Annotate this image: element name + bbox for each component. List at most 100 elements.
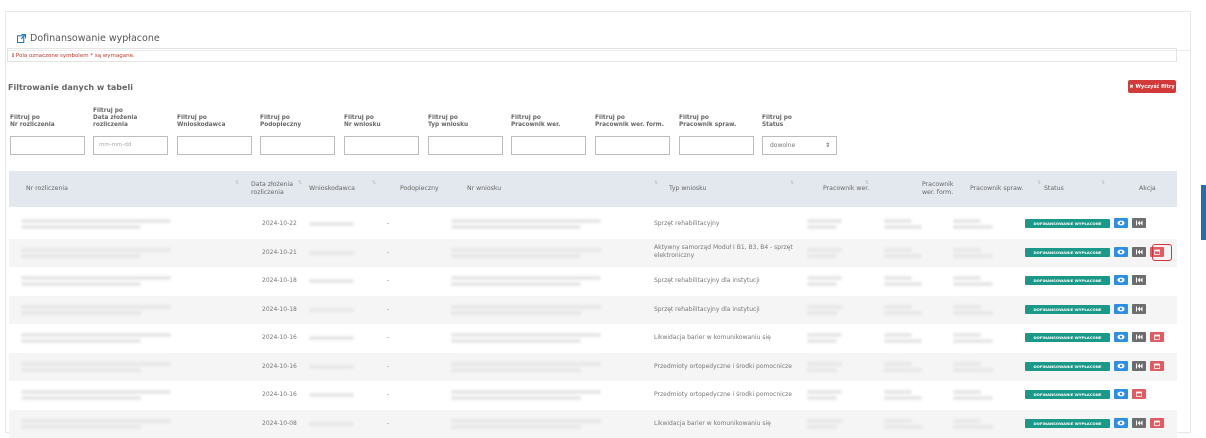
forward-button[interactable] bbox=[1132, 218, 1146, 228]
redacted-text bbox=[451, 396, 581, 400]
status-filter-select[interactable]: dowolne ⇕ bbox=[762, 136, 837, 155]
forward-button[interactable] bbox=[1132, 360, 1146, 371]
redacted-text bbox=[884, 418, 912, 423]
view-button[interactable] bbox=[1114, 360, 1128, 371]
redacted-text bbox=[953, 418, 981, 423]
redacted-text bbox=[451, 339, 581, 343]
filter-label-1: Filtruj po Data złożenia rozliczenia bbox=[93, 108, 138, 128]
filter-input-8[interactable] bbox=[679, 136, 754, 155]
filter-input-5[interactable] bbox=[428, 136, 503, 155]
highlight-outline bbox=[1152, 244, 1172, 261]
filter-input-6[interactable] bbox=[511, 136, 586, 155]
redacted-text bbox=[807, 310, 837, 315]
redacted-text bbox=[451, 390, 601, 394]
fast-forward-icon bbox=[1135, 334, 1143, 340]
redacted-text bbox=[953, 396, 993, 400]
table-row: 2024-10-21 - Aktywny samorząd Moduł I B1, … bbox=[9, 238, 1177, 267]
filter-input-2[interactable] bbox=[177, 136, 252, 155]
filter-input-3[interactable] bbox=[260, 136, 335, 155]
column-header-3[interactable]: Podopieczny bbox=[400, 171, 460, 207]
side-tab[interactable] bbox=[1201, 185, 1206, 240]
cell-podopieczny: - bbox=[387, 391, 390, 398]
column-header-1[interactable]: Data złożenia rozliczenia bbox=[251, 171, 306, 207]
view-button[interactable] bbox=[1114, 218, 1128, 228]
view-button[interactable] bbox=[1114, 389, 1128, 399]
filter-input-1[interactable]: mm-mm-dd bbox=[93, 136, 168, 155]
redacted-text bbox=[451, 225, 581, 229]
sort-icon: ⇅ bbox=[1037, 180, 1042, 186]
view-button[interactable] bbox=[1114, 246, 1128, 257]
redacted-text bbox=[884, 361, 912, 366]
page-title: Dofinansowanie wypłacone bbox=[30, 33, 160, 44]
redacted-text bbox=[451, 367, 581, 372]
redacted-text bbox=[21, 225, 141, 229]
clear-filters-label: Wyczyść filtry bbox=[1135, 83, 1175, 90]
filter-input-4[interactable] bbox=[344, 136, 419, 155]
filter-label-3: Filtruj po Podopieczny bbox=[260, 115, 302, 128]
cell-typ-wniosku: Sprzęt rehabilitacyjny dla instytucji bbox=[654, 277, 760, 284]
sort-icon: ⇅ bbox=[1101, 180, 1106, 186]
redacted-text bbox=[451, 304, 601, 309]
calendar-delete-icon bbox=[1154, 334, 1160, 340]
forward-button[interactable] bbox=[1132, 246, 1146, 257]
forward-button[interactable] bbox=[1132, 332, 1146, 342]
redacted-text bbox=[21, 276, 171, 280]
table-row: 2024-10-22 - Sprzęt rehabilitacyjny DOFINAN… bbox=[9, 210, 1177, 238]
view-button[interactable] bbox=[1114, 275, 1128, 285]
sort-icon: ⇅ bbox=[372, 180, 377, 186]
forward-button[interactable] bbox=[1132, 303, 1146, 314]
column-header-10[interactable]: Akcja bbox=[1139, 171, 1189, 207]
cell-date: 2024-10-08 bbox=[262, 419, 297, 427]
column-header-5[interactable]: Typ wniosku bbox=[669, 171, 819, 207]
redacted-text bbox=[309, 364, 354, 369]
filter-input-7[interactable] bbox=[595, 136, 670, 155]
redacted-text bbox=[451, 282, 581, 286]
sort-icon: ⇅ bbox=[235, 180, 240, 186]
redacted-text bbox=[953, 361, 981, 366]
calendar-delete-icon bbox=[1154, 363, 1160, 369]
redacted-text bbox=[807, 390, 842, 394]
status-filter-value: dowolne bbox=[770, 142, 796, 149]
view-button[interactable] bbox=[1114, 417, 1128, 428]
filter-input-0[interactable] bbox=[10, 136, 85, 155]
redacted-text bbox=[807, 219, 842, 223]
eye-icon bbox=[1117, 363, 1125, 369]
column-header-7[interactable]: Pracownik wer. form. bbox=[922, 171, 967, 207]
view-button[interactable] bbox=[1114, 332, 1128, 342]
cell-typ-wniosku: Likwidacja barier w komunikowaniu się bbox=[654, 334, 771, 341]
calendar-delete-icon bbox=[1136, 391, 1142, 397]
delete-button[interactable] bbox=[1150, 332, 1164, 342]
column-header-0[interactable]: Nr rozliczenia bbox=[26, 171, 246, 207]
fast-forward-icon bbox=[1135, 220, 1143, 226]
column-header-9[interactable]: Status bbox=[1044, 171, 1134, 207]
table-row: 2024-10-16 - Przedmioty ortopedyczne i śro… bbox=[9, 381, 1177, 409]
redacted-text bbox=[21, 339, 141, 343]
delete-button[interactable] bbox=[1132, 389, 1146, 399]
column-header-2[interactable]: Wnioskodawca bbox=[309, 171, 389, 207]
redacted-text bbox=[451, 276, 601, 280]
column-header-6[interactable]: Pracownik wer. bbox=[823, 171, 913, 207]
eye-icon bbox=[1117, 220, 1125, 226]
redacted-text bbox=[884, 367, 922, 372]
status-badge: DOFINANSOWANIE WYPŁACONE bbox=[1025, 247, 1110, 257]
forward-button[interactable] bbox=[1132, 275, 1146, 285]
column-header-8[interactable]: Pracownik spraw. bbox=[970, 171, 1040, 207]
redacted-text bbox=[953, 253, 993, 258]
cell-date: 2024-10-16 bbox=[262, 362, 297, 370]
delete-button[interactable] bbox=[1150, 360, 1164, 371]
redacted-text bbox=[451, 310, 581, 315]
table-row: 2024-10-16 - Likwidacja barier w komunikow… bbox=[9, 324, 1177, 352]
sort-icon: ⇅ bbox=[865, 180, 870, 186]
delete-button[interactable] bbox=[1150, 417, 1164, 428]
eye-icon bbox=[1117, 334, 1125, 340]
redacted-text bbox=[884, 339, 922, 343]
eye-icon bbox=[1117, 249, 1125, 255]
filter-label-9: Filtruj po Status bbox=[762, 115, 792, 128]
sort-icon: ⇅ bbox=[298, 180, 303, 186]
column-header-4[interactable]: Nr wniosku bbox=[467, 171, 667, 207]
status-badge: DOFINANSOWANIE WYPŁACONE bbox=[1025, 361, 1110, 371]
clear-filters-button[interactable]: ✖ Wyczyść filtry bbox=[1128, 80, 1176, 93]
view-button[interactable] bbox=[1114, 303, 1128, 314]
redacted-text bbox=[309, 222, 354, 226]
forward-button[interactable] bbox=[1132, 417, 1146, 428]
